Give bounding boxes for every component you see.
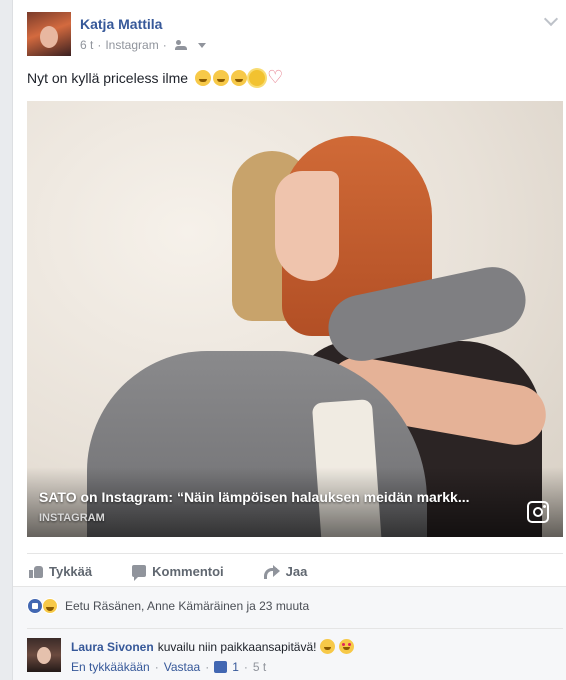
post-time[interactable]: 6 t <box>80 38 93 52</box>
meta-separator: · <box>205 660 210 674</box>
comment-meta: En tykkääkään · Vastaa · 1 · 5 t <box>71 660 266 674</box>
audience-dropdown-icon[interactable] <box>197 42 206 48</box>
like-button[interactable]: Tykkää <box>29 564 92 579</box>
laughing-emoji-icon <box>213 70 230 86</box>
share-label: Jaa <box>285 563 308 579</box>
shared-link-preview[interactable]: SATO on Instagram: “Näin lämpöisen halau… <box>27 101 563 537</box>
heart-eyes-emoji-icon <box>339 639 355 654</box>
divider <box>27 553 563 554</box>
comment-bubble-icon <box>132 565 147 581</box>
comment-reply-link[interactable]: Vastaa <box>164 660 200 674</box>
laughing-emoji-icon <box>320 639 336 654</box>
post-actions: Tykkää Kommentoi Jaa <box>27 556 563 586</box>
like-reaction-icon <box>27 598 43 614</box>
laughing-emoji-icon <box>195 70 212 86</box>
status-text: Nyt on kyllä priceless ilme <box>27 70 189 86</box>
photo-hug-image <box>275 171 339 281</box>
comment-author[interactable]: Laura Sivonen <box>71 640 154 654</box>
comment-button[interactable]: Kommentoi <box>132 563 224 581</box>
heart-emoji-icon <box>267 67 283 88</box>
friends-audience-icon[interactable] <box>174 40 189 50</box>
post-options-chevron-icon[interactable] <box>543 11 559 27</box>
laughing-emoji-icon <box>231 70 248 86</box>
thumbs-up-icon <box>29 564 43 578</box>
meta-separator: · <box>97 38 102 52</box>
comment-like-count[interactable]: 1 <box>232 660 239 674</box>
instagram-icon <box>527 501 549 523</box>
meta-separator: · <box>243 660 248 674</box>
link-source: INSTAGRAM <box>39 512 105 524</box>
author-avatar[interactable] <box>27 12 71 56</box>
haha-reaction-icon <box>42 598 58 614</box>
post-card: Katja Mattila 6 t · Instagram · Nyt on k… <box>12 0 566 680</box>
post-status-text: Nyt on kyllä priceless ilme <box>27 67 283 88</box>
comment-time[interactable]: 5 t <box>253 660 266 674</box>
author-name[interactable]: Katja Mattila <box>80 16 162 32</box>
divider <box>27 628 563 629</box>
sun-emoji-icon <box>249 70 266 86</box>
comment-unlike-link[interactable]: En tykkääkään <box>71 660 150 674</box>
share-arrow-icon <box>263 565 280 579</box>
commenter-avatar[interactable] <box>27 638 61 672</box>
comment-like-icon[interactable] <box>214 661 228 673</box>
comment-body: Laura Sivonen kuvailu niin paikkaansapit… <box>71 639 355 654</box>
meta-separator: · <box>154 660 159 674</box>
like-label: Tykkää <box>49 563 93 579</box>
reactions-summary[interactable]: Eetu Räsänen, Anne Kämäräinen ja 23 muut… <box>27 598 309 614</box>
link-title[interactable]: SATO on Instagram: “Näin lämpöisen halau… <box>39 489 519 505</box>
share-button[interactable]: Jaa <box>263 563 308 579</box>
comment-text: kuvailu niin paikkaansapitävä! <box>157 639 317 654</box>
reactions-names[interactable]: Eetu Räsänen, Anne Kämäräinen ja 23 muut… <box>65 599 309 613</box>
post-source[interactable]: Instagram <box>105 38 158 52</box>
post-meta: 6 t · Instagram · <box>80 38 206 52</box>
comment-label: Kommentoi <box>152 563 224 579</box>
meta-separator: · <box>162 38 167 52</box>
